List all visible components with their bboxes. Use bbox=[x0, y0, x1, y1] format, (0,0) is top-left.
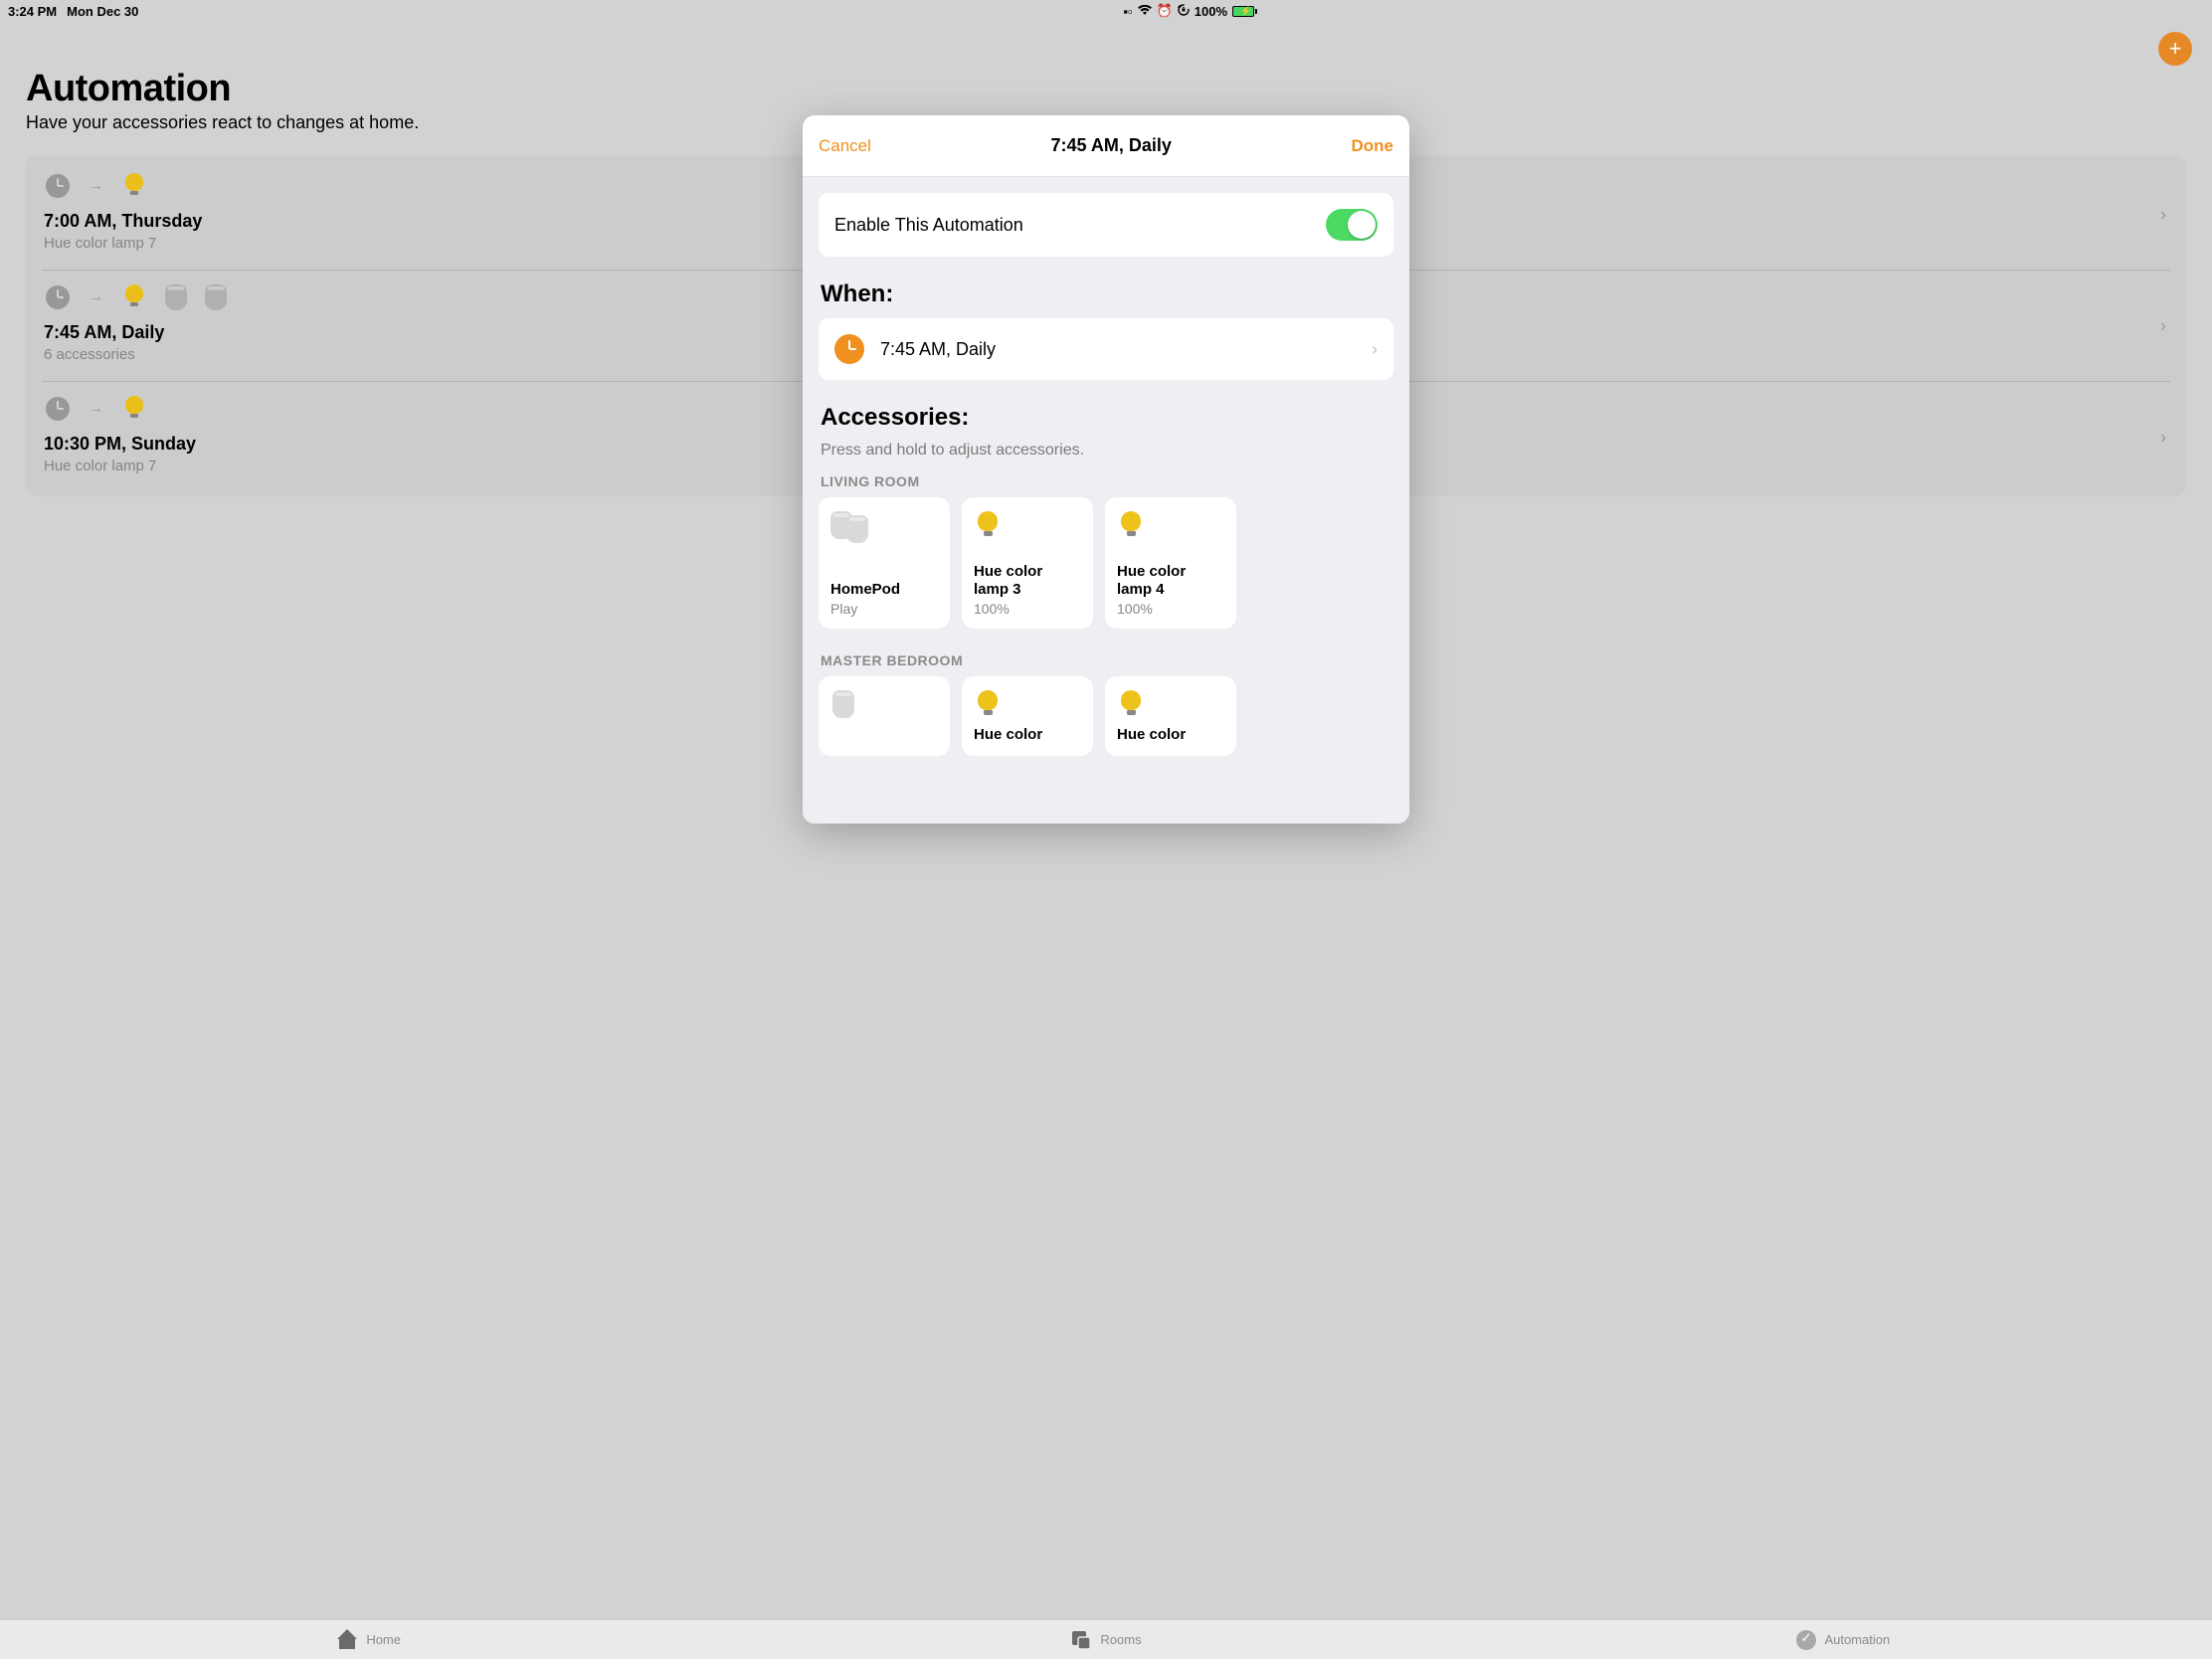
tile-grid: Hue color Hue color bbox=[819, 676, 1393, 756]
tile-sub: 100% bbox=[1117, 601, 1224, 617]
modal-header: Cancel 7:45 AM, Daily Done bbox=[803, 115, 1409, 177]
enable-toggle[interactable] bbox=[1326, 209, 1378, 241]
when-row[interactable]: 7:45 AM, Daily › bbox=[819, 318, 1393, 380]
modal-body: Enable This Automation When: 7:45 AM, Da… bbox=[803, 177, 1409, 824]
tile-title: Hue color lamp 4 bbox=[1117, 563, 1224, 599]
bulb-icon bbox=[1117, 688, 1145, 720]
tab-rooms[interactable]: Rooms bbox=[737, 1620, 1474, 1659]
automation-icon bbox=[1796, 1630, 1816, 1650]
tab-label: Rooms bbox=[1100, 1632, 1141, 1647]
when-heading: When: bbox=[821, 280, 1393, 308]
tile-title: Hue color lamp 3 bbox=[974, 563, 1081, 599]
homepod-icon bbox=[830, 688, 858, 720]
tab-label: Automation bbox=[1824, 1632, 1890, 1647]
accessories-heading: Accessories: bbox=[821, 404, 1393, 432]
done-button[interactable]: Done bbox=[1352, 136, 1394, 156]
tile-sub: 100% bbox=[974, 601, 1081, 617]
rooms-icon bbox=[1070, 1629, 1092, 1651]
accessory-tile[interactable] bbox=[819, 676, 950, 756]
bulb-icon bbox=[974, 688, 1002, 720]
accessory-tile[interactable]: Hue color lamp 3 100% bbox=[962, 497, 1093, 629]
accessory-tile[interactable]: Hue color bbox=[1105, 676, 1236, 756]
tab-automation[interactable]: Automation bbox=[1475, 1620, 2212, 1659]
home-icon bbox=[336, 1629, 358, 1651]
accessory-tile[interactable]: Hue color lamp 4 100% bbox=[1105, 497, 1236, 629]
homepod-pair-icon bbox=[830, 509, 872, 541]
cancel-button[interactable]: Cancel bbox=[819, 136, 871, 156]
accessory-tile[interactable]: HomePod Play bbox=[819, 497, 950, 629]
group-heading: LIVING ROOM bbox=[821, 473, 1393, 489]
clock-icon bbox=[834, 334, 864, 364]
chevron-right-icon: › bbox=[1372, 339, 1378, 360]
tab-bar: Home Rooms Automation bbox=[0, 1619, 2212, 1659]
tab-home[interactable]: Home bbox=[0, 1620, 737, 1659]
accessory-tile[interactable]: Hue color bbox=[962, 676, 1093, 756]
when-value: 7:45 AM, Daily bbox=[880, 339, 1356, 360]
edit-automation-modal: Cancel 7:45 AM, Daily Done Enable This A… bbox=[803, 115, 1409, 824]
accessories-hint: Press and hold to adjust accessories. bbox=[821, 442, 1393, 460]
tile-title: HomePod bbox=[830, 581, 938, 599]
tile-title: Hue color bbox=[974, 726, 1081, 744]
enable-automation-row: Enable This Automation bbox=[819, 193, 1393, 257]
bulb-icon bbox=[974, 509, 1002, 541]
group-heading: MASTER BEDROOM bbox=[821, 652, 1393, 668]
tile-grid: HomePod Play Hue color lamp 3 100% Hue c… bbox=[819, 497, 1393, 629]
enable-label: Enable This Automation bbox=[834, 215, 1023, 236]
tile-sub: Play bbox=[830, 601, 938, 617]
modal-title: 7:45 AM, Daily bbox=[1051, 135, 1172, 156]
tab-label: Home bbox=[366, 1632, 401, 1647]
tile-title: Hue color bbox=[1117, 726, 1224, 744]
bulb-icon bbox=[1117, 509, 1145, 541]
